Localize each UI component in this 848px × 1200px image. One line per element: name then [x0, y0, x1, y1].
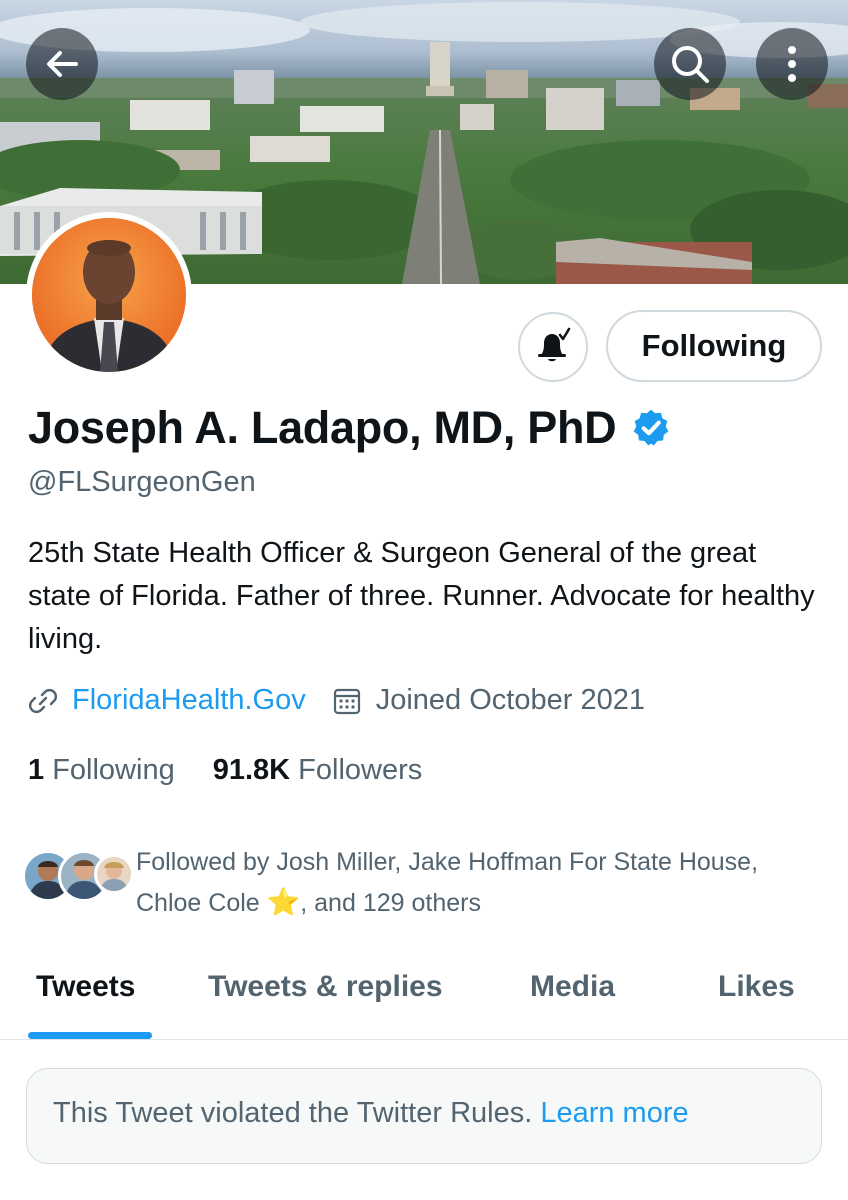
join-date: Joined October 2021	[375, 684, 645, 716]
more-vertical-icon	[788, 46, 796, 82]
tab-tweets[interactable]: Tweets	[36, 970, 135, 1004]
notice-text: This Tweet violated the Twitter Rules.	[53, 1097, 533, 1129]
following-button[interactable]: Following	[606, 310, 822, 382]
active-tab-indicator	[28, 1032, 152, 1039]
followers-count-link[interactable]: 91.8K Followers	[213, 754, 423, 787]
link-icon	[28, 688, 58, 713]
display-name: Joseph A. Ladapo, MD, PhD	[28, 402, 617, 453]
follower-avatars	[22, 850, 134, 914]
tab-media[interactable]: Media	[530, 970, 615, 1004]
follow-stats: 1 Following 91.8K Followers	[28, 754, 422, 787]
following-label: Following	[52, 754, 175, 786]
profile-bio: 25th State Health Officer & Surgeon Gene…	[28, 537, 815, 655]
star-emoji-icon: ⭐	[266, 887, 301, 917]
tab-tweets-and-replies[interactable]: Tweets & replies	[208, 970, 443, 1004]
followers-count: 91.8K	[212, 754, 291, 786]
profile-tabs: Tweets Tweets & replies Media Likes	[0, 950, 848, 1040]
tab-likes[interactable]: Likes	[718, 970, 795, 1004]
back-button[interactable]	[26, 28, 98, 100]
notifications-button[interactable]	[518, 312, 588, 382]
profile-meta: FloridaHealth.Gov Joined October 2021	[28, 684, 645, 717]
name-row: Joseph A. Ladapo, MD, PhD	[28, 402, 672, 454]
following-count-link[interactable]: 1 Following	[28, 754, 175, 787]
followers-label: Followers	[298, 754, 423, 786]
search-icon	[672, 46, 709, 83]
more-options-button[interactable]	[756, 28, 828, 100]
calendar-icon	[333, 688, 360, 714]
learn-more-link[interactable]: Learn more	[540, 1097, 688, 1129]
follower-avatar	[94, 854, 134, 894]
user-handle: @FLSurgeonGen	[28, 466, 256, 498]
followed-by-section[interactable]: Followed by Josh Miller, Jake Hoffman Fo…	[22, 842, 816, 923]
violated-tweet-notice: This Tweet violated the Twitter Rules. L…	[26, 1068, 822, 1164]
arrow-left-icon	[47, 51, 78, 77]
bell-check-icon	[538, 327, 571, 362]
following-count: 1	[28, 754, 45, 786]
followed-by-others: , and 129 others	[300, 889, 481, 917]
website-link[interactable]: FloridaHealth.Gov	[72, 684, 306, 717]
avatar-portrait	[32, 218, 186, 372]
verified-badge-icon	[634, 409, 669, 446]
profile-avatar[interactable]	[26, 212, 192, 378]
search-button[interactable]	[654, 28, 726, 100]
followed-by-text: Followed by Josh Miller, Jake Hoffman Fo…	[136, 842, 816, 923]
